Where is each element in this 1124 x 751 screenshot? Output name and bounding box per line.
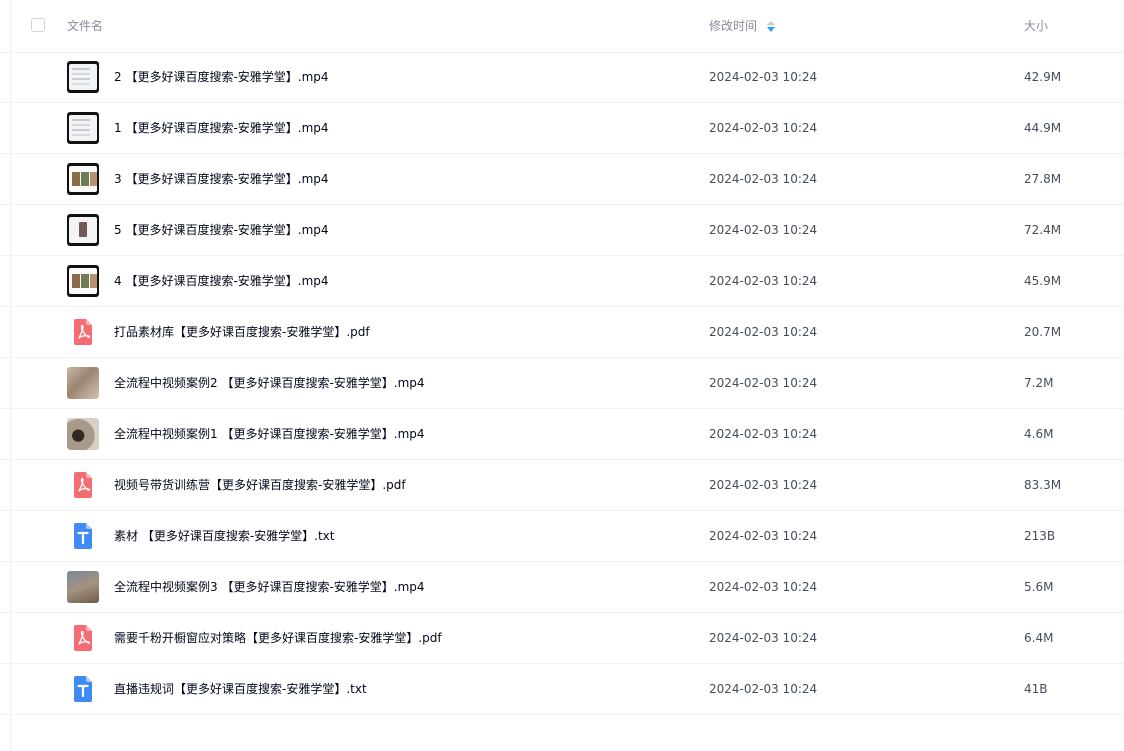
file-modified-time: 2024-02-03 10:24: [709, 325, 818, 339]
sort-down-arrow: [767, 27, 775, 32]
file-size: 213B: [1024, 529, 1056, 543]
video-thumbnail[interactable]: [67, 214, 99, 246]
select-all-checkbox[interactable]: [31, 18, 45, 32]
column-header-size[interactable]: 大小: [1024, 18, 1048, 34]
file-rows: 2 【更多好课百度搜索-安雅学堂】.mp4 2024-02-03 10:24 42.…: [0, 52, 1124, 715]
file-size: 5.6M: [1024, 580, 1054, 594]
video-thumbnail[interactable]: [67, 61, 99, 93]
file-modified-time: 2024-02-03 10:24: [709, 631, 818, 645]
file-name[interactable]: 1 【更多好课百度搜索-安雅学堂】.mp4: [114, 120, 329, 136]
file-row[interactable]: 视频号带货训练营【更多好课百度搜索-安雅学堂】.pdf 2024-02-03 10…: [0, 460, 1124, 511]
file-size: 72.4M: [1024, 223, 1062, 237]
video-thumbnail[interactable]: [67, 112, 99, 144]
file-list-header: 文件名 修改时间 大小: [0, 0, 1124, 53]
video-thumbnail[interactable]: [67, 418, 99, 450]
file-row[interactable]: 全流程中视频案例2 【更多好课百度搜索-安雅学堂】.mp4 2024-02-03 …: [0, 358, 1124, 409]
file-modified-time: 2024-02-03 10:24: [709, 580, 818, 594]
file-name[interactable]: 2 【更多好课百度搜索-安雅学堂】.mp4: [114, 69, 329, 85]
sort-up-arrow: [767, 21, 775, 25]
video-thumbnail-frame: [69, 166, 97, 192]
file-row[interactable]: 4 【更多好课百度搜索-安雅学堂】.mp4 2024-02-03 10:24 45.…: [0, 256, 1124, 307]
file-row[interactable]: 3 【更多好课百度搜索-安雅学堂】.mp4 2024-02-03 10:24 27.…: [0, 154, 1124, 205]
video-thumbnail[interactable]: [67, 265, 99, 297]
file-row[interactable]: 直播违规词【更多好课百度搜索-安雅学堂】.txt 2024-02-03 10:24…: [0, 664, 1124, 715]
pdf-file-icon[interactable]: [67, 469, 99, 501]
file-size: 4.6M: [1024, 427, 1054, 441]
file-row[interactable]: 全流程中视频案例3 【更多好课百度搜索-安雅学堂】.mp4 2024-02-03 …: [0, 562, 1124, 613]
pdf-file-icon[interactable]: [67, 622, 99, 654]
file-name[interactable]: 全流程中视频案例1 【更多好课百度搜索-安雅学堂】.mp4: [114, 426, 425, 442]
file-size: 7.2M: [1024, 376, 1054, 390]
file-name[interactable]: 全流程中视频案例2 【更多好课百度搜索-安雅学堂】.mp4: [114, 375, 425, 391]
file-modified-time: 2024-02-03 10:24: [709, 172, 818, 186]
column-header-modified-time[interactable]: 修改时间: [709, 18, 757, 34]
video-thumbnail-frame: [69, 217, 97, 243]
video-thumbnail-frame: [69, 268, 97, 294]
file-name[interactable]: 3 【更多好课百度搜索-安雅学堂】.mp4: [114, 171, 329, 187]
file-name[interactable]: 打品素材库【更多好课百度搜索-安雅学堂】.pdf: [114, 324, 370, 340]
pdf-file-icon[interactable]: [67, 316, 99, 348]
file-size: 44.9M: [1024, 121, 1062, 135]
file-size: 45.9M: [1024, 274, 1062, 288]
file-row[interactable]: 1 【更多好课百度搜索-安雅学堂】.mp4 2024-02-03 10:24 44.…: [0, 103, 1124, 154]
video-thumbnail[interactable]: [67, 571, 99, 603]
file-modified-time: 2024-02-03 10:24: [709, 121, 818, 135]
file-modified-time: 2024-02-03 10:24: [709, 376, 818, 390]
file-size: 42.9M: [1024, 70, 1062, 84]
video-thumbnail[interactable]: [67, 163, 99, 195]
file-size: 83.3M: [1024, 478, 1062, 492]
video-thumbnail-frame: [69, 64, 97, 90]
file-name[interactable]: 素材 【更多好课百度搜索-安雅学堂】.txt: [114, 528, 334, 544]
file-name[interactable]: 5 【更多好课百度搜索-安雅学堂】.mp4: [114, 222, 329, 238]
file-row[interactable]: 需要千粉开橱窗应对策略【更多好课百度搜索-安雅学堂】.pdf 2024-02-03…: [0, 613, 1124, 664]
file-modified-time: 2024-02-03 10:24: [709, 223, 818, 237]
file-row[interactable]: 全流程中视频案例1 【更多好课百度搜索-安雅学堂】.mp4 2024-02-03 …: [0, 409, 1124, 460]
file-row[interactable]: 打品素材库【更多好课百度搜索-安雅学堂】.pdf 2024-02-03 10:24…: [0, 307, 1124, 358]
file-modified-time: 2024-02-03 10:24: [709, 478, 818, 492]
file-modified-time: 2024-02-03 10:24: [709, 427, 818, 441]
video-thumbnail[interactable]: [67, 367, 99, 399]
file-row[interactable]: 2 【更多好课百度搜索-安雅学堂】.mp4 2024-02-03 10:24 42.…: [0, 52, 1124, 103]
sort-descending-icon[interactable]: [767, 21, 775, 32]
file-name[interactable]: 视频号带货训练营【更多好课百度搜索-安雅学堂】.pdf: [114, 477, 406, 493]
file-row[interactable]: 5 【更多好课百度搜索-安雅学堂】.mp4 2024-02-03 10:24 72.…: [0, 205, 1124, 256]
file-row[interactable]: 素材 【更多好课百度搜索-安雅学堂】.txt 2024-02-03 10:24 21…: [0, 511, 1124, 562]
file-size: 20.7M: [1024, 325, 1062, 339]
file-modified-time: 2024-02-03 10:24: [709, 682, 818, 696]
file-modified-time: 2024-02-03 10:24: [709, 529, 818, 543]
file-list-panel: 文件名 修改时间 大小 2 【更多好课百度搜索-安雅学堂】.mp4 2024-02…: [0, 0, 1124, 751]
column-header-name[interactable]: 文件名: [67, 18, 103, 34]
video-thumbnail-frame: [69, 115, 97, 141]
file-name[interactable]: 4 【更多好课百度搜索-安雅学堂】.mp4: [114, 273, 329, 289]
file-name[interactable]: 全流程中视频案例3 【更多好课百度搜索-安雅学堂】.mp4: [114, 579, 425, 595]
file-size: 27.8M: [1024, 172, 1062, 186]
txt-file-icon[interactable]: [67, 520, 99, 552]
file-name[interactable]: 直播违规词【更多好课百度搜索-安雅学堂】.txt: [114, 681, 367, 697]
file-modified-time: 2024-02-03 10:24: [709, 70, 818, 84]
file-size: 41B: [1024, 682, 1048, 696]
txt-file-icon[interactable]: [67, 673, 99, 705]
file-size: 6.4M: [1024, 631, 1054, 645]
file-modified-time: 2024-02-03 10:24: [709, 274, 818, 288]
file-name[interactable]: 需要千粉开橱窗应对策略【更多好课百度搜索-安雅学堂】.pdf: [114, 630, 442, 646]
